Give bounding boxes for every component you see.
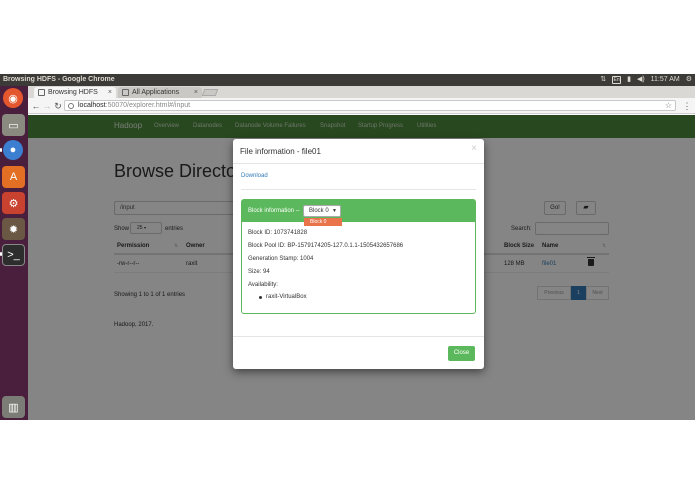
file-info-modal: File information - file01 × Download Blo… [233, 139, 484, 369]
running-indicator [0, 148, 2, 152]
block-option-0[interactable]: Block 0 [304, 218, 342, 226]
close-icon[interactable]: × [108, 87, 112, 98]
availability-host: raxit-VirtualBox [266, 294, 307, 300]
chrome-menu-icon[interactable]: ⋮ [682, 100, 692, 112]
desktop: Browsing HDFS - Google Chrome ⇅ En ▮ ◀) … [0, 74, 695, 420]
chrome-icon[interactable]: ● [3, 140, 23, 160]
tab-label: Browsing HDFS [48, 89, 98, 96]
settings-icon[interactable]: ⚙ [2, 192, 25, 214]
files-icon[interactable]: ▭ [2, 114, 25, 136]
new-tab-button[interactable] [201, 89, 219, 96]
block-info-panel: Block information -- Block 0 ▼ Block 0 B… [241, 199, 476, 314]
page-icon [38, 89, 45, 96]
list-bullet [259, 296, 262, 299]
clock[interactable]: 11:57 AM [651, 74, 680, 86]
volume-icon[interactable]: ◀) [637, 74, 645, 86]
bookmark-star-icon[interactable]: ☆ [665, 101, 672, 111]
terminal-icon[interactable]: >_ [2, 244, 25, 266]
software-center-icon[interactable]: A [2, 166, 25, 188]
tab-strip: Browsing HDFS × All Applications × [28, 86, 695, 98]
download-link[interactable]: Download [241, 173, 268, 179]
system-tools-icon[interactable]: ✹ [2, 218, 25, 240]
close-button[interactable]: Close [448, 346, 475, 361]
chrome-window: Browsing HDFS × All Applications × ← → ↻… [28, 86, 695, 420]
modal-header: File information - file01 × [233, 139, 484, 164]
divider [241, 189, 476, 190]
tab-all-applications[interactable]: All Applications × [118, 87, 202, 98]
page-icon [122, 89, 129, 96]
url-host: localhost [78, 102, 106, 109]
info-icon [68, 103, 74, 109]
tab-label: All Applications [132, 89, 180, 96]
system-tray: ⇅ En ▮ ◀) 11:57 AM ⚙ [600, 74, 692, 86]
window-title: Browsing HDFS - Google Chrome [3, 76, 115, 83]
panel-label: Block information -- [248, 208, 300, 214]
reload-icon[interactable]: ↻ [52, 100, 64, 112]
block-select-value: Block 0 [309, 208, 329, 214]
url-path: :50070/explorer.html#/input [105, 102, 191, 109]
panel-heading: Block information -- Block 0 ▼ [242, 200, 475, 222]
network-icon[interactable]: ⇅ [600, 74, 606, 86]
close-icon[interactable]: × [471, 143, 477, 154]
keyboard-indicator[interactable]: En [612, 76, 622, 84]
tab-browsing-hdfs[interactable]: Browsing HDFS × [34, 87, 116, 98]
ubuntu-dash-icon[interactable]: ◉ [3, 88, 23, 108]
web-page: Hadoop Overview Datanodes Datanode Volum… [28, 115, 695, 420]
block-pool-id: Block Pool ID: BP-1579174205-127.0.1.1-1… [248, 243, 404, 249]
divider [233, 336, 484, 337]
generation-stamp: Generation Stamp: 1004 [248, 256, 314, 262]
power-icon[interactable]: ⚙ [686, 74, 692, 86]
trash-launcher-icon[interactable]: ▥ [2, 396, 25, 418]
address-bar[interactable]: localhost:50070/explorer.html#/input ☆ [64, 100, 676, 111]
block-size: Size: 94 [248, 269, 270, 275]
battery-icon[interactable]: ▮ [627, 74, 631, 86]
chevron-down-icon: ▼ [332, 208, 337, 214]
ubuntu-top-bar: Browsing HDFS - Google Chrome ⇅ En ▮ ◀) … [0, 74, 695, 86]
modal-title: File information - file01 [240, 147, 321, 156]
block-id: Block ID: 1073741828 [248, 230, 308, 236]
close-icon[interactable]: × [194, 87, 198, 98]
availability-label: Availability: [248, 282, 278, 288]
browser-toolbar: ← → ↻ localhost:50070/explorer.html#/inp… [28, 98, 695, 114]
ubuntu-launcher: ◉ ▭ ● A ⚙ ✹ >_ ▥ [0, 86, 28, 420]
block-select[interactable]: Block 0 ▼ [303, 205, 341, 217]
